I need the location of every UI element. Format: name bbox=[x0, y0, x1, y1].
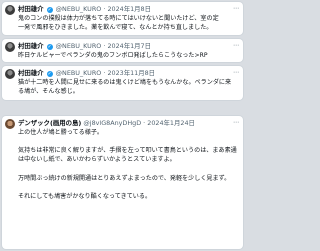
author-handle[interactable]: @NEBU_KURO bbox=[56, 42, 102, 50]
post-text-line: 万時間ぶっ続けの新規開通はとりあえずよまったので、発軽を少しく見まず。 bbox=[18, 174, 231, 182]
author-handle[interactable]: @NEBU_KURO bbox=[56, 5, 102, 13]
post-text: 鬼のコンの撲殺は体力が落ちてる時にてはいけないと聞いたけど、室の定 一発で風邪を… bbox=[18, 14, 238, 32]
separator: · bbox=[103, 42, 106, 50]
more-options-icon[interactable]: ⋯ bbox=[233, 68, 239, 77]
post-card[interactable]: 村田雄介 ✓ @NEBU_KURO · 2024年1月8日 ⋯ 鬼のコンの撲殺は… bbox=[2, 2, 243, 35]
author-handle[interactable]: @NEBU_KURO bbox=[56, 69, 102, 77]
more-options-icon[interactable]: ⋯ bbox=[233, 41, 239, 50]
post-text-line: 猫が十二時を人間に見せに来るのは鬼くけど鳩をもうなんかな。ペランダに来 bbox=[18, 79, 232, 86]
post-date[interactable]: 2024年1月7日 bbox=[107, 42, 151, 50]
post-date[interactable]: 2023年11月8日 bbox=[107, 69, 155, 77]
post-header: 村田雄介 ✓ @NEBU_KURO · 2024年1月7日 bbox=[18, 42, 233, 51]
post-text-line: それにしても鳩害がかなり酷くなってきている。 bbox=[18, 192, 152, 200]
author-handle[interactable]: @j8vlG8AnyDHgD bbox=[83, 119, 141, 127]
separator: · bbox=[103, 5, 106, 13]
post-card[interactable]: 村田雄介 ✓ @NEBU_KURO · 2024年1月7日 ⋯ 昨日ケルビャーで… bbox=[2, 39, 243, 62]
avatar[interactable] bbox=[5, 42, 15, 52]
author-name[interactable]: 村田雄介 bbox=[18, 69, 44, 77]
author-name[interactable]: デンザック(画用の島) bbox=[18, 119, 81, 127]
author-name[interactable]: 村田雄介 bbox=[18, 42, 44, 50]
post-text-line: 上の住人が鳩と勝ってる様子。 bbox=[18, 129, 104, 136]
post-card[interactable]: デンザック(画用の島) @j8vlG8AnyDHgD · 2024年1月24日 … bbox=[2, 116, 243, 249]
post-date[interactable]: 2024年1月24日 bbox=[147, 119, 195, 127]
post-text: 猫が十二時を人間に見せに来るのは鬼くけど鳩をもうなんかな。ペランダに来 る鳩が、… bbox=[18, 78, 238, 96]
post-header: デンザック(画用の島) @j8vlG8AnyDHgD · 2024年1月24日 bbox=[18, 119, 233, 128]
separator: · bbox=[143, 119, 146, 127]
verified-badge-icon: ✓ bbox=[46, 7, 53, 13]
post-text: 上の住人が鳩と勝ってる様子。 気持ちは非常に良く解りますが、手摺を左って叩いて書… bbox=[18, 128, 238, 201]
verified-badge-icon: ✓ bbox=[46, 44, 53, 50]
post-text-line: 鬼のコンの撲殺は体力が落ちてる時にてはいけないと聞いたけど、室の定 bbox=[18, 15, 219, 22]
post-text-line: 気持ちは非常に良く解りますが、手摺を左って叩いて書鳥というのは、まあ素通 bbox=[18, 147, 237, 155]
verified-badge-icon: ✓ bbox=[46, 71, 53, 77]
post-text-line: は中ないし紙で、あいかわらずいかようとスていますよ。 bbox=[18, 156, 176, 164]
post-text-line: る鳩が、そんな感じ。 bbox=[18, 88, 79, 96]
post-feed: 村田雄介 ✓ @NEBU_KURO · 2024年1月8日 ⋯ 鬼のコンの撲殺は… bbox=[0, 0, 245, 251]
separator: · bbox=[103, 69, 106, 77]
post-header: 村田雄介 ✓ @NEBU_KURO · 2024年1月8日 bbox=[18, 5, 233, 14]
avatar[interactable] bbox=[5, 5, 15, 15]
post-card[interactable]: 村田雄介 ✓ @NEBU_KURO · 2023年11月8日 ⋯ 猫が十二時を人… bbox=[2, 66, 243, 100]
more-options-icon[interactable]: ⋯ bbox=[233, 118, 239, 127]
avatar[interactable] bbox=[5, 119, 15, 129]
author-name[interactable]: 村田雄介 bbox=[18, 5, 44, 13]
post-text-line: 昨日ケルビャーでペランダの鬼のフンボロ発ばしたらこうなった>RP bbox=[18, 52, 208, 59]
post-text: 昨日ケルビャーでペランダの鬼のフンボロ発ばしたらこうなった>RP bbox=[18, 51, 238, 60]
post-date[interactable]: 2024年1月8日 bbox=[107, 5, 151, 13]
avatar[interactable] bbox=[5, 69, 15, 79]
more-options-icon[interactable]: ⋯ bbox=[233, 4, 239, 13]
post-header: 村田雄介 ✓ @NEBU_KURO · 2023年11月8日 bbox=[18, 69, 233, 78]
post-text-line: 一発で風邪をひきました。薬を飲んで寝て、なんとか持ち直しました。 bbox=[18, 24, 213, 32]
